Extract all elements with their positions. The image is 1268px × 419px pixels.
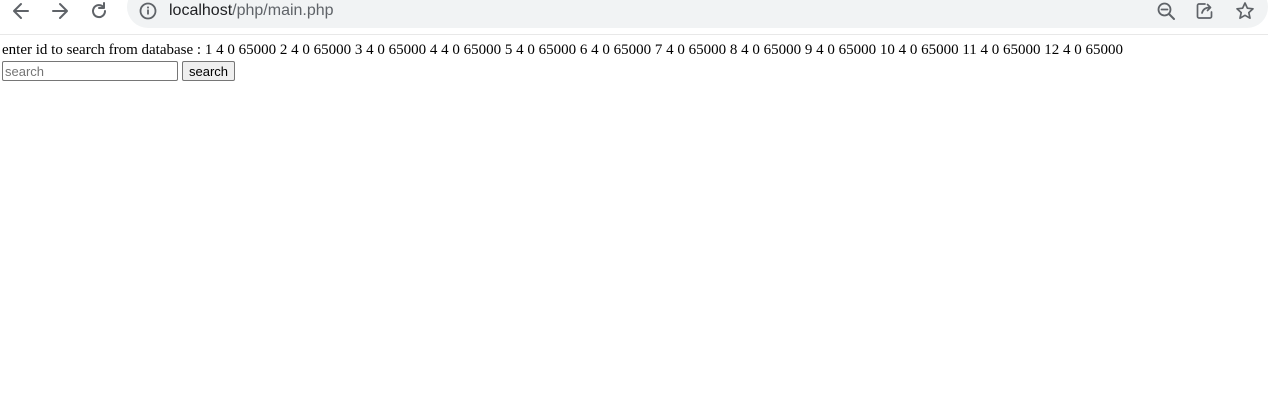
forward-button[interactable] [47, 0, 73, 22]
back-button[interactable] [8, 0, 34, 22]
zoom-out-icon [1157, 2, 1175, 20]
url-path: /php/main.php [232, 2, 334, 19]
search-button[interactable]: search [182, 61, 236, 81]
reload-button[interactable] [86, 0, 112, 22]
bookmark-button[interactable] [1234, 1, 1256, 21]
star-icon [1236, 2, 1254, 20]
zoom-button[interactable] [1155, 1, 1177, 21]
share-icon [1196, 3, 1213, 19]
arrow-right-icon [52, 3, 68, 19]
search-form: search [2, 60, 1123, 82]
search-prompt-text: enter id to search from database : 1 4 0… [2, 42, 1124, 58]
search-input[interactable] [2, 61, 178, 81]
page-content: enter id to search from database : 1 4 0… [2, 41, 1123, 82]
url-host: localhost [169, 2, 233, 19]
url-text[interactable]: localhost/php/main.php [169, 0, 334, 22]
share-button[interactable] [1194, 1, 1216, 21]
info-icon[interactable] [139, 2, 157, 20]
browser-toolbar: localhost/php/main.php [0, 0, 1268, 35]
arrow-left-icon [13, 3, 29, 19]
reload-icon [92, 2, 107, 19]
